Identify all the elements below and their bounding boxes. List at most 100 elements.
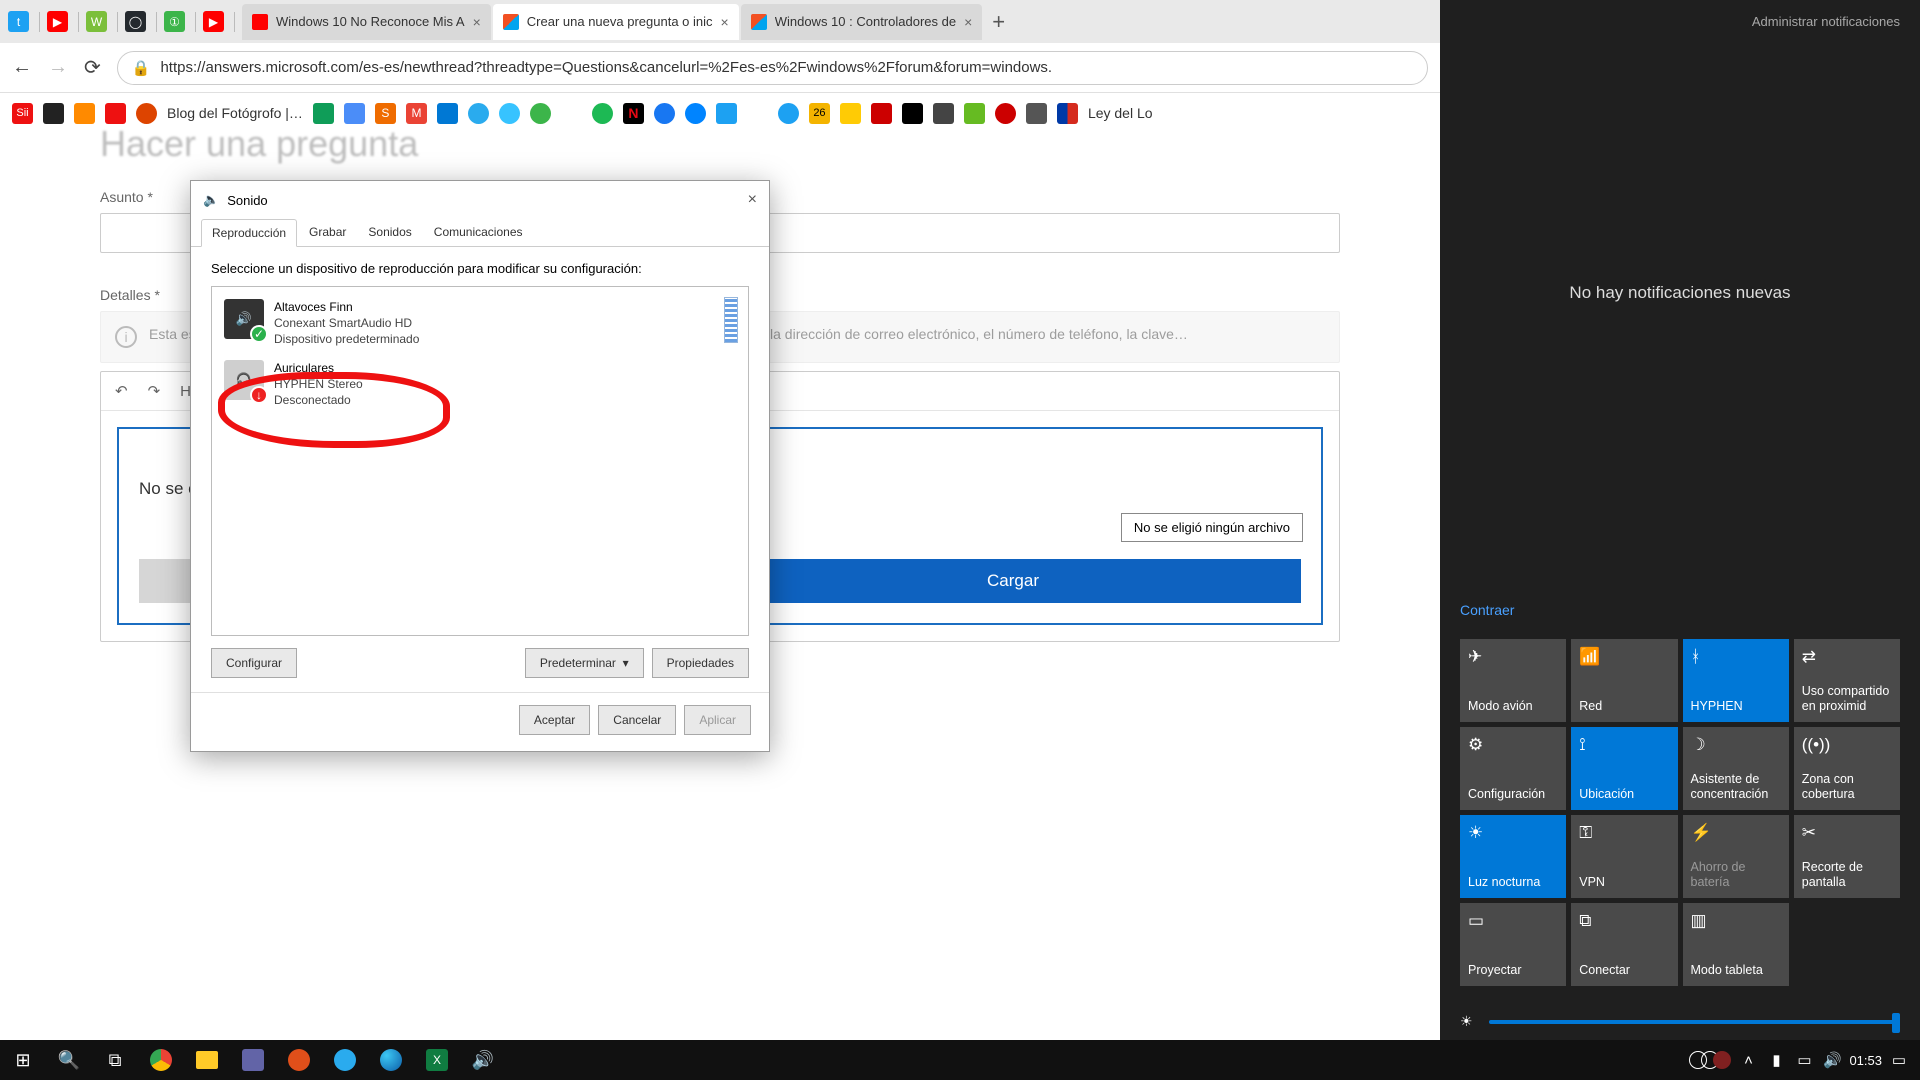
bookmark-flag-icon[interactable] [1057,103,1078,124]
tab-communications[interactable]: Comunicaciones [424,219,533,246]
bookmark-telegram-icon[interactable] [468,103,489,124]
bookmark-icon[interactable] [530,103,551,124]
bookmark-icon[interactable] [136,103,157,124]
taskbar-volume-icon[interactable]: 🔊 [460,1040,506,1080]
taskbar-edge-icon[interactable] [368,1040,414,1080]
tile-focus-assist[interactable]: ☽Asistente de concentración [1683,727,1789,810]
bookmark-icon[interactable] [105,103,126,124]
pinned-youtube-icon[interactable]: ▶ [47,11,68,32]
device-list[interactable]: 🔊 ✓ Altavoces Finn Conexant SmartAudio H… [211,286,749,636]
tile-night-light[interactable]: ☀Luz nocturna [1460,815,1566,898]
bookmark-icon[interactable] [902,103,923,124]
tray-circles-icon[interactable] [1695,1051,1731,1069]
pinned-github-icon[interactable]: ◯ [125,11,146,32]
new-tab-button[interactable]: + [992,9,1005,35]
pinned-green-icon[interactable]: ① [164,11,185,32]
clock[interactable]: 01:53 [1849,1053,1882,1068]
taskbar-explorer-icon[interactable] [184,1040,230,1080]
tile-nearby-share[interactable]: ⇄Uso compartido en proximid [1794,639,1900,722]
bookmark-icon[interactable] [344,103,365,124]
taskbar-chrome-icon[interactable] [138,1040,184,1080]
cancel-button[interactable]: Cancelar [598,705,676,735]
bookmark-sheets-icon[interactable] [313,103,334,124]
bookmark-icon[interactable] [74,103,95,124]
device-headphones[interactable]: 🎧 ↓ Auriculares HYPHEN Stereo Desconecta… [218,354,742,415]
task-view-button[interactable]: ⧉ [92,1040,138,1080]
tile-bluetooth[interactable]: ᚼHYPHEN [1683,639,1789,722]
properties-button[interactable]: Propiedades [652,648,749,678]
taskbar-app-icon[interactable] [276,1040,322,1080]
bookmark-facebook-icon[interactable] [654,103,675,124]
volume-tray-icon[interactable]: 🔊 [1821,1051,1843,1069]
manage-notifications-link[interactable]: Administrar notificaciones [1440,0,1920,43]
upload-button[interactable]: Cargar [725,559,1301,603]
bookmark-icon[interactable] [995,103,1016,124]
tile-connect[interactable]: ⧉Conectar [1571,903,1677,986]
bookmark-icon[interactable]: Sii [12,103,33,124]
tile-project[interactable]: ▭Proyectar [1460,903,1566,986]
reload-button[interactable]: ⟳ [84,55,101,80]
bookmark-icon[interactable] [499,103,520,124]
battery-icon[interactable]: ▮ [1765,1051,1787,1069]
bookmark-netflix-icon[interactable]: N [623,103,644,124]
search-button[interactable]: 🔍 [46,1040,92,1080]
dialog-titlebar[interactable]: 🔈 Sonido × [191,181,769,219]
tile-hotspot[interactable]: ((•))Zona con cobertura [1794,727,1900,810]
action-center-icon[interactable]: ▭ [1888,1051,1910,1069]
bookmark-icon[interactable] [437,103,458,124]
pinned-w-icon[interactable]: W [86,11,107,32]
configure-button[interactable]: Configurar [211,648,297,678]
brightness-slider[interactable] [1489,1020,1900,1024]
chevron-up-icon[interactable]: ˄ [1737,1052,1759,1069]
back-button[interactable]: ← [12,56,32,79]
bookmark-icon[interactable] [933,103,954,124]
url-bar[interactable]: 🔒 https://answers.microsoft.com/es-es/ne… [117,51,1428,85]
taskbar-telegram-icon[interactable] [322,1040,368,1080]
close-icon[interactable]: × [748,191,757,209]
bookmark-icon[interactable] [871,103,892,124]
pinned-twitter-icon[interactable]: t [8,11,29,32]
tab-playback[interactable]: Reproducción [201,219,297,247]
pinned-youtube2-icon[interactable]: ▶ [203,11,224,32]
bookmark-icon[interactable]: S [375,103,396,124]
bookmark-gmail-icon[interactable]: M [406,103,427,124]
device-speakers[interactable]: 🔊 ✓ Altavoces Finn Conexant SmartAudio H… [218,293,742,354]
set-default-button[interactable]: Predeterminar ▾ [525,648,644,678]
bookmark-twitter-icon[interactable] [716,103,737,124]
forward-button[interactable]: → [48,56,68,79]
network-icon[interactable]: ▭ [1793,1051,1815,1069]
bookmark-icon[interactable] [1026,103,1047,124]
tile-airplane-mode[interactable]: ✈Modo avión [1460,639,1566,722]
slider-thumb[interactable] [1892,1013,1900,1033]
taskbar-excel-icon[interactable]: X [414,1040,460,1080]
bookmark-label[interactable]: Blog del Fotógrofo |… [167,105,303,121]
tile-battery-saver[interactable]: ⚡Ahorro de batería [1683,815,1789,898]
bookmark-icon[interactable]: 26 [809,103,830,124]
bookmark-icon[interactable] [561,103,582,124]
bookmark-spotify-icon[interactable] [592,103,613,124]
bookmark-icon[interactable] [964,103,985,124]
close-icon[interactable]: × [721,14,729,30]
tab-windows10-no-reconoce[interactable]: Windows 10 No Reconoce Mis A × [242,4,491,40]
bookmark-label[interactable]: Ley del Lo [1088,105,1153,121]
bookmark-icon[interactable] [747,103,768,124]
taskbar-teams-icon[interactable] [230,1040,276,1080]
bookmark-icon[interactable] [43,103,64,124]
ok-button[interactable]: Aceptar [519,705,590,735]
tab-controladores[interactable]: Windows 10 : Controladores de × [741,4,983,40]
bookmark-icon[interactable] [840,103,861,124]
undo-button[interactable]: ↶ [115,382,128,400]
tab-record[interactable]: Grabar [299,219,356,246]
tile-location[interactable]: ⟟Ubicación [1571,727,1677,810]
tile-network[interactable]: 📶Red [1571,639,1677,722]
collapse-link[interactable]: Contraer [1460,602,1514,618]
tile-settings[interactable]: ⚙Configuración [1460,727,1566,810]
tab-crear-pregunta[interactable]: Crear una nueva pregunta o inic × [493,4,739,40]
tile-tablet-mode[interactable]: ▥Modo tableta [1683,903,1789,986]
tile-screen-snip[interactable]: ✂Recorte de pantalla [1794,815,1900,898]
start-button[interactable]: ⊞ [0,1040,46,1080]
tab-sounds[interactable]: Sonidos [358,219,421,246]
tile-vpn[interactable]: ⚿VPN [1571,815,1677,898]
apply-button[interactable]: Aplicar [684,705,751,735]
close-icon[interactable]: × [964,14,972,30]
